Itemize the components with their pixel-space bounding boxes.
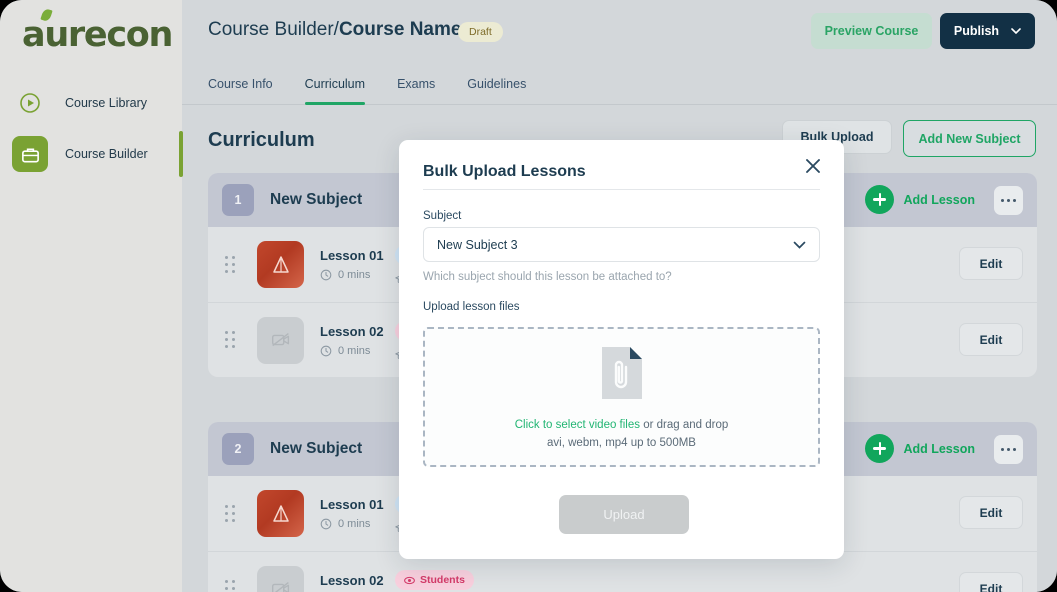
status-badge: Draft [458,22,503,42]
subject-more-menu-button[interactable] [994,435,1023,464]
lesson-info: Lesson 02 0 mins [320,573,384,592]
drag-handle-icon[interactable] [225,331,241,349]
edit-lesson-button[interactable]: Edit [959,323,1023,356]
subject-number-badge: 1 [222,184,254,216]
lesson-title: Lesson 02 [320,572,384,588]
lesson-badges: Students [395,570,474,592]
lesson-duration: 0 mins [320,518,384,530]
visibility-badge: Students [395,570,474,590]
active-nav-indicator [179,131,183,177]
drag-handle-icon[interactable] [225,580,241,592]
sidebar-item-course-builder[interactable]: Course Builder [12,134,172,174]
plus-icon [865,434,895,463]
edit-lesson-button[interactable]: Edit [959,572,1023,592]
subject-field-label: Subject [423,210,462,222]
preview-course-button[interactable]: Preview Course [811,13,932,49]
lesson-title: Lesson 01 [320,248,384,263]
sidebar-item-label: Course Library [65,96,147,110]
plus-icon [865,185,895,214]
eye-icon [404,576,415,584]
chevron-down-icon [1011,28,1021,34]
add-lesson-label: Add Lesson [903,441,975,456]
aurecon-logo: aurecon [22,7,173,55]
clock-icon [320,269,332,281]
breadcrumb: Course Builder/Course Name [208,19,461,41]
subject-select-value: New Subject 3 [437,237,518,252]
dot-icon [1012,198,1017,203]
drag-handle-icon[interactable] [225,255,241,274]
add-lesson-button[interactable]: Add Lesson [865,185,975,214]
add-new-subject-button[interactable]: Add New Subject [903,120,1036,157]
lesson-info: Lesson 02 0 mins [320,324,384,357]
breadcrumb-current: Course Name [338,19,462,40]
lesson-thumbnail [257,490,304,537]
tab-bar: Course Info Curriculum Exams Guidelines [182,63,1057,105]
header: Course Builder/Course Name Draft Preview… [182,0,1057,63]
dot-icon [1000,447,1005,452]
tab-curriculum[interactable]: Curriculum [304,63,366,105]
app-window: aurecon Course Library Course Builder Co… [0,0,1057,592]
dropzone-primary-text: Click to select video files or drag and … [515,419,729,431]
sidebar-item-course-library[interactable]: Course Library [12,83,172,123]
divider [423,189,820,190]
logo-text: aurecon [22,15,173,55]
lesson-duration-text: 0 mins [338,518,371,530]
page-title: Curriculum [208,129,315,151]
lesson-title: Lesson 01 [320,497,384,512]
clock-icon [320,518,332,530]
upload-button[interactable]: Upload [559,495,689,534]
attachment-file-icon [598,345,646,406]
subject-name: New Subject [270,440,363,457]
add-lesson-label: Add Lesson [903,192,975,207]
dot-icon [1012,447,1017,452]
lesson-duration: 0 mins [320,269,384,281]
lesson-info: Lesson 01 0 mins [320,248,384,281]
dropzone-link-text[interactable]: Click to select video files [515,419,640,431]
add-lesson-button[interactable]: Add Lesson [865,434,975,463]
breadcrumb-prefix: Course Builder/ [208,19,339,40]
toolbox-icon [12,136,48,172]
edit-lesson-button[interactable]: Edit [959,247,1023,280]
visibility-badge-label: Students [420,574,465,586]
upload-field-label: Upload lesson files [423,301,520,313]
sidebar-item-label: Course Builder [65,147,148,161]
drag-handle-icon[interactable] [225,504,241,523]
lesson-duration: 0 mins [320,345,384,357]
subject-field-hint: Which subject should this lesson be atta… [423,271,672,283]
video-off-icon [271,581,289,592]
modal-title: Bulk Upload Lessons [423,163,586,180]
file-dropzone[interactable]: Click to select video files or drag and … [423,327,820,467]
subject-select[interactable]: New Subject 3 [423,227,820,262]
lesson-thumbnail [257,241,304,288]
lesson-thumbnail-placeholder [257,316,304,364]
dot-icon [1006,447,1011,452]
edit-lesson-button[interactable]: Edit [959,496,1023,529]
tab-guidelines[interactable]: Guidelines [467,63,526,105]
sidebar: aurecon Course Library Course Builder [0,0,182,592]
lesson-title: Lesson 02 [320,323,384,339]
lesson-duration-text: 0 mins [338,269,371,281]
subject-name: New Subject [270,191,363,208]
publish-button[interactable]: Publish [940,13,1035,49]
subject-number-badge: 2 [222,433,254,465]
dot-icon [1006,198,1011,203]
subject-more-menu-button[interactable] [994,186,1023,215]
lesson-info: Lesson 01 0 mins [320,497,384,530]
lesson-thumbnail-placeholder [257,565,304,592]
lesson-duration-text: 0 mins [338,344,371,357]
tab-course-info[interactable]: Course Info [208,63,273,105]
dropzone-rest-text: or drag and drop [640,419,729,431]
clock-icon [320,345,332,356]
dot-icon [1000,198,1005,203]
dropzone-formats-text: avi, webm, mp4 up to 500MB [547,437,696,449]
tab-exams[interactable]: Exams [397,63,435,105]
bulk-upload-modal: Bulk Upload Lessons Subject New Subject … [399,140,844,559]
play-circle-icon [12,85,48,121]
chevron-down-icon [793,241,806,249]
close-icon[interactable] [802,155,824,177]
video-off-icon [271,332,289,347]
publish-label: Publish [953,24,1000,38]
